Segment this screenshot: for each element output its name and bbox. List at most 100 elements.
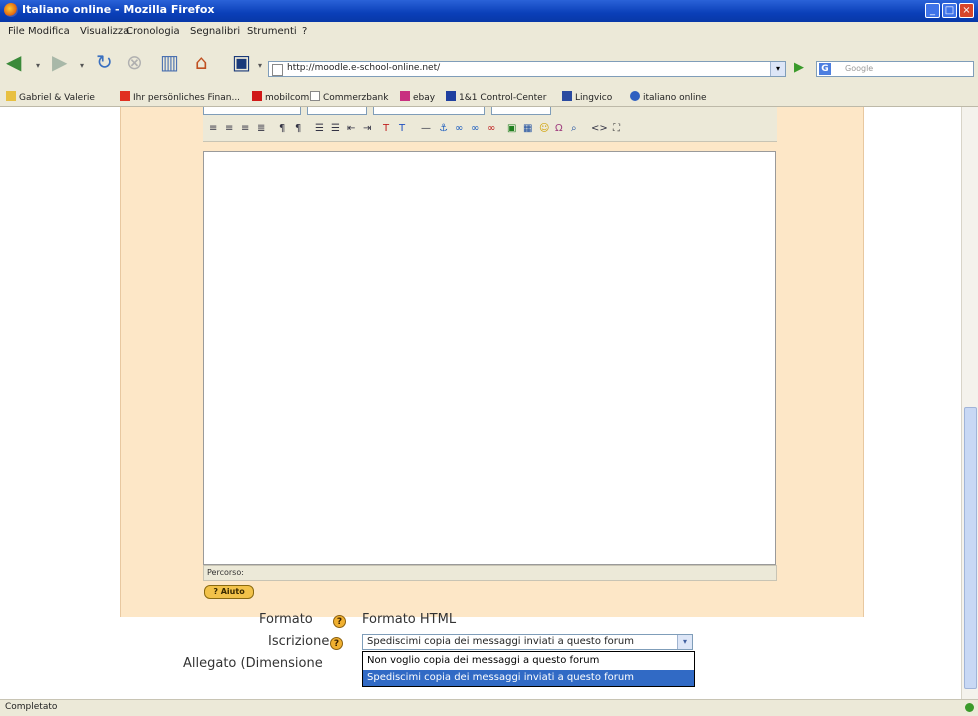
search-input[interactable]: G Google [816, 61, 974, 77]
bookmark-gabriel-valerie[interactable]: Gabriel & Valerie [6, 91, 95, 103]
image-icon[interactable]: ▣ [507, 123, 516, 137]
help-icon[interactable]: ? [333, 615, 346, 628]
bank-icon [120, 91, 130, 101]
align-left-icon[interactable]: ≡ [209, 123, 217, 137]
help-badge[interactable]: ? Aiuto [204, 585, 254, 599]
bookmark-ebay[interactable]: ebay [400, 91, 435, 103]
table-icon[interactable]: ▦ [523, 123, 532, 137]
stop-icon[interactable]: ⊗ [126, 51, 143, 73]
forward-icon[interactable]: ▶ [52, 51, 67, 73]
page-content: ≡ ≡ ≡ ≣ ¶ ¶ ☰ ☰ ⇤ ⇥ T T — ⚓ ∞ ∞ ∞ ▣ ▦ ☺ … [0, 107, 978, 699]
editor-toolbar: ≡ ≡ ≡ ≣ ¶ ¶ ☰ ☰ ⇤ ⇥ T T — ⚓ ∞ ∞ ∞ ▣ ▦ ☺ … [203, 119, 777, 142]
bookmark-page-icon[interactable]: ▥ [160, 51, 179, 73]
vertical-scrollbar[interactable] [961, 107, 978, 699]
back-icon[interactable]: ◀ [6, 51, 21, 73]
iscrizione-label: Iscrizione [268, 634, 330, 649]
status-text: Completato [5, 702, 58, 712]
dropdown-option[interactable]: Non voglio copia dei messaggi a questo f… [363, 653, 694, 669]
bookmark-lingvico[interactable]: Lingvico [562, 91, 612, 103]
iscrizione-select[interactable]: Spediscimi copia dei messaggi inviati a … [362, 634, 693, 650]
unlink-icon[interactable]: ∞ [471, 123, 479, 137]
bookmark-mobilcom[interactable]: mobilcom [252, 91, 309, 103]
menu-cronologia[interactable]: Cronologia [126, 26, 180, 37]
search-engine-icon[interactable]: G [819, 63, 831, 75]
scrollbar-thumb[interactable] [964, 407, 977, 689]
menu-visualizza[interactable]: Visualizza [80, 26, 129, 37]
rtl-icon[interactable]: ¶ [295, 123, 301, 137]
numbered-list-icon[interactable]: ☰ [315, 123, 324, 137]
page-icon [310, 91, 320, 101]
font-size-select[interactable] [307, 107, 367, 115]
title-bar: Italiano online - Mozilla Firefox _ □ × [0, 0, 978, 22]
fullscreen-icon[interactable]: ⛶ [613, 123, 620, 137]
link-icon[interactable]: ∞ [455, 123, 463, 137]
menu-segnalibri[interactable]: Segnalibri [190, 26, 240, 37]
maximize-button[interactable]: □ [942, 3, 957, 18]
italiano-icon [630, 91, 640, 101]
editor-path-bar: Percorso: [203, 565, 777, 581]
bg-color-icon[interactable]: T [399, 123, 405, 137]
chevron-down-icon[interactable]: ▾ [677, 635, 692, 649]
close-button[interactable]: × [959, 3, 974, 18]
formato-label: Formato [259, 612, 313, 627]
text-color-icon[interactable]: T [383, 123, 389, 137]
extension-icon[interactable]: ▣ [232, 51, 251, 73]
indent-icon[interactable]: ⇥ [363, 123, 371, 137]
url-bar[interactable]: http://moodle.e-school-online.net/ ▾ [268, 61, 786, 77]
html-source-icon[interactable]: <> [591, 123, 608, 137]
language-select[interactable] [491, 107, 551, 115]
search-placeholder: Google [845, 64, 874, 73]
ebay-icon [400, 91, 410, 101]
justify-icon[interactable]: ≣ [257, 123, 265, 137]
menu-strumenti[interactable]: Strumenti [247, 26, 297, 37]
ltr-icon[interactable]: ¶ [279, 123, 285, 137]
extension-dropdown-icon[interactable]: ▾ [258, 55, 262, 77]
html-editor-area[interactable] [203, 151, 776, 565]
font-family-select[interactable] [203, 107, 301, 115]
bookmarks-bar: Gabriel & Valerie Ihr persönliches Finan… [0, 88, 978, 107]
bookmark-control-center[interactable]: 1&1 Control-Center [446, 91, 546, 103]
minimize-button[interactable]: _ [925, 3, 940, 18]
align-right-icon[interactable]: ≡ [241, 123, 249, 137]
special-char-icon[interactable]: Ω [555, 123, 563, 137]
status-ok-icon [965, 703, 974, 712]
firefox-icon [4, 3, 18, 17]
url-text: http://moodle.e-school-online.net/ [287, 63, 441, 73]
anchor-icon[interactable]: ⚓ [439, 123, 448, 137]
reload-icon[interactable]: ↻ [96, 51, 113, 73]
menu-bar: File Modifica Visualizza Cronologia Segn… [0, 22, 978, 43]
bookmark-finanz[interactable]: Ihr persönliches Finan... [120, 91, 240, 103]
menu-help[interactable]: ? [302, 26, 307, 37]
path-label: Percorso: [207, 568, 244, 577]
bookmark-italiano-online[interactable]: italiano online [630, 91, 707, 103]
align-center-icon[interactable]: ≡ [225, 123, 233, 137]
outdent-icon[interactable]: ⇤ [347, 123, 355, 137]
allegato-label: Allegato (Dimensione [183, 656, 323, 671]
help-icon[interactable]: ? [330, 637, 343, 650]
formato-value: Formato HTML [362, 612, 457, 627]
nolink-icon[interactable]: ∞ [487, 123, 495, 137]
go-icon[interactable]: ▶ [794, 60, 810, 76]
menu-file[interactable]: File [8, 26, 25, 37]
dropdown-option-selected[interactable]: Spediscimi copia dei messaggi inviati a … [363, 670, 694, 686]
smiley-icon[interactable]: ☺ [539, 123, 549, 137]
control-center-icon [446, 91, 456, 101]
back-dropdown-icon[interactable]: ▾ [36, 55, 40, 77]
url-dropdown-icon[interactable]: ▾ [770, 62, 785, 76]
menu-modifica[interactable]: Modifica [28, 26, 70, 37]
lingvico-icon [562, 91, 572, 101]
iscrizione-dropdown: Non voglio copia dei messaggi a questo f… [362, 651, 695, 687]
iscrizione-selected-value: Spediscimi copia dei messaggi inviati a … [367, 636, 634, 647]
home-icon[interactable]: ⌂ [195, 51, 208, 73]
heading-select[interactable] [373, 107, 485, 115]
hr-icon[interactable]: — [421, 123, 431, 137]
mobilcom-icon [252, 91, 262, 101]
bullet-list-icon[interactable]: ☰ [331, 123, 340, 137]
status-bar: Completato [0, 699, 978, 716]
forward-dropdown-icon[interactable]: ▾ [80, 55, 84, 77]
search-replace-icon[interactable]: ⌕ [571, 123, 577, 137]
window-title: Italiano online - Mozilla Firefox [22, 3, 215, 16]
page-icon [272, 64, 283, 76]
folder-icon [6, 91, 16, 101]
bookmark-commerzbank[interactable]: Commerzbank [310, 91, 388, 103]
